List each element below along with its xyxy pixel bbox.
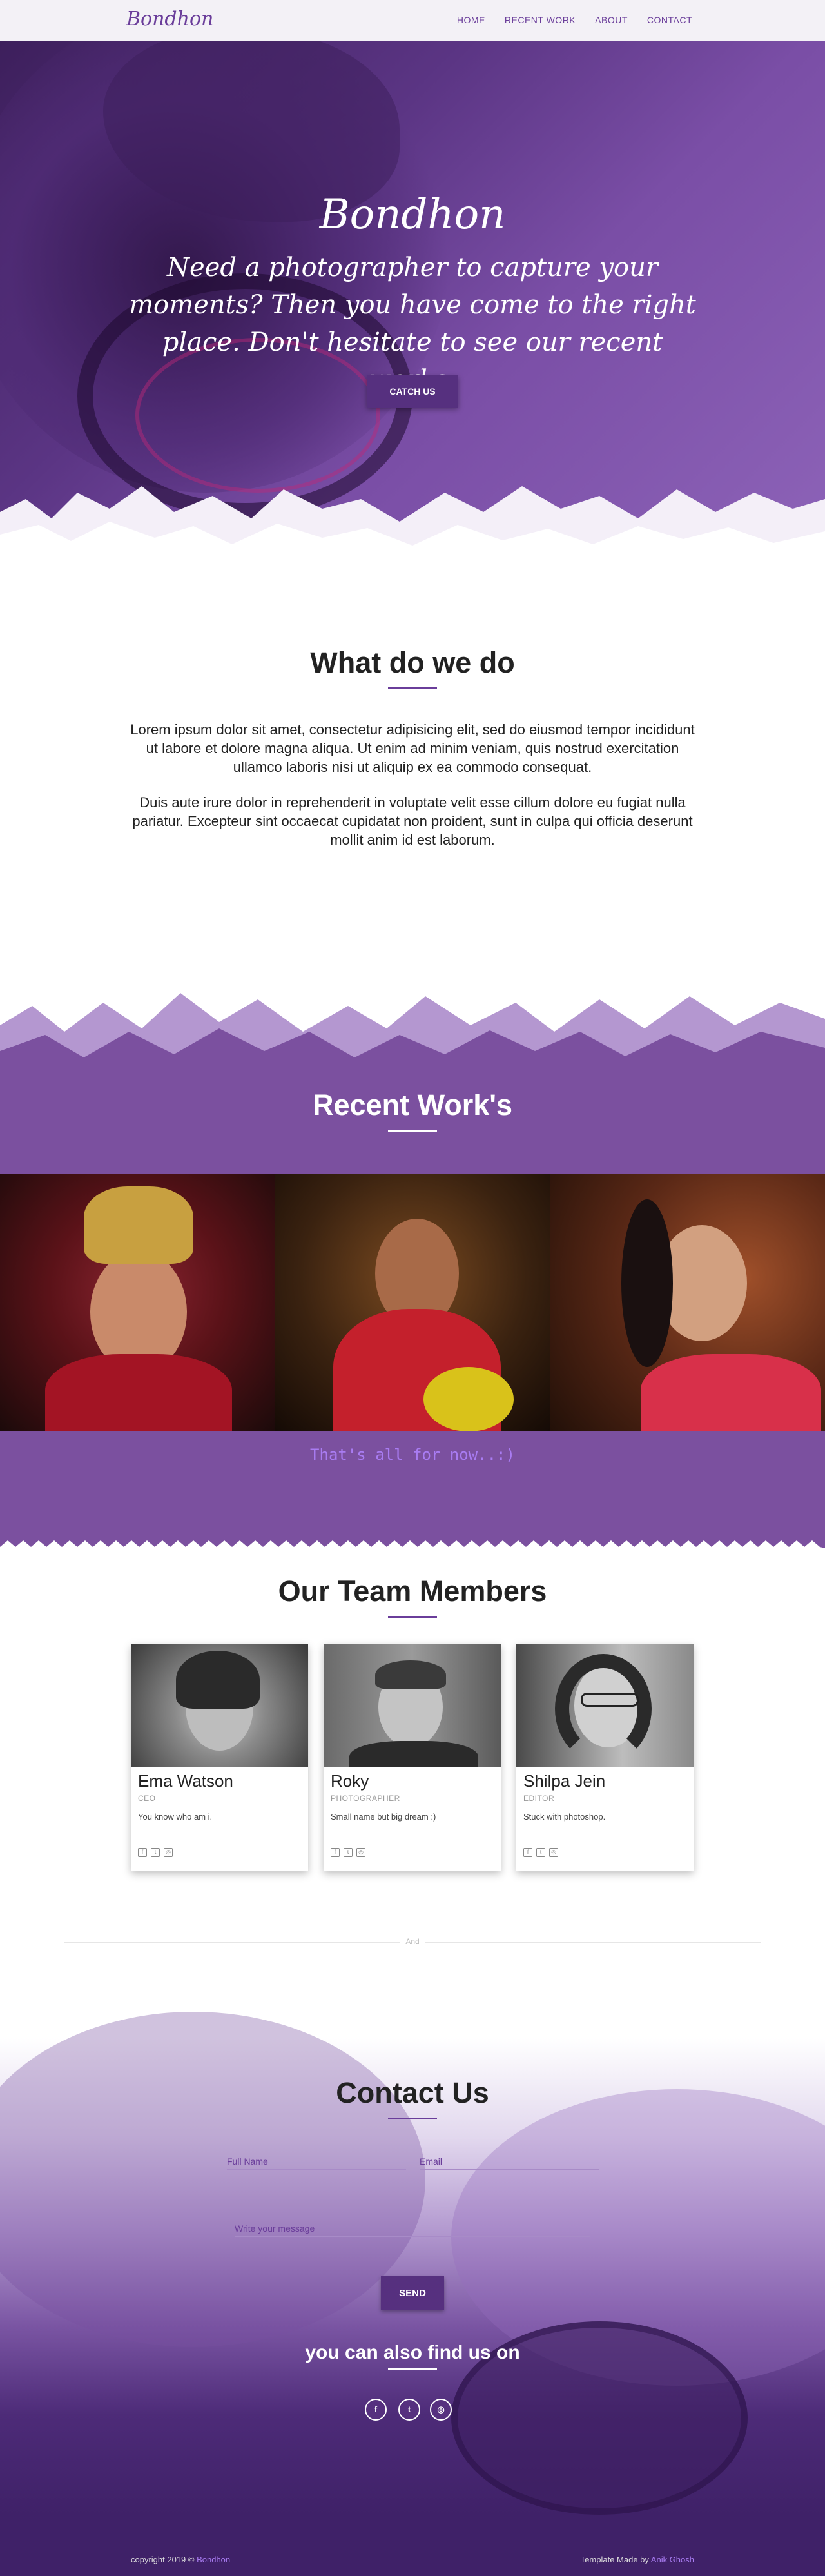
facebook-icon[interactable]: f [523, 1848, 532, 1857]
what-paragraph-1: Lorem ipsum dolor sit amet, consectetur … [130, 722, 695, 775]
team-card-3: Shilpa Jein EDITOR Stuck with photoshop.… [516, 1644, 694, 1871]
twitter-icon[interactable]: t [344, 1848, 353, 1857]
team-section: Our Team Members Ema Watson CEO You know… [0, 1548, 825, 1954]
member-name: Roky [331, 1771, 369, 1791]
facebook-icon[interactable]: f [138, 1848, 147, 1857]
nav-menu: HOME RECENT WORK ABOUT CONTACT [457, 15, 692, 25]
facebook-icon[interactable]: f [331, 1848, 340, 1857]
member-role: PHOTOGRAPHER [331, 1794, 400, 1803]
copyright-text: copyright 2019 © [131, 2555, 197, 2564]
divider-label: And [400, 1937, 425, 1946]
credit-text: Template Made by [580, 2555, 651, 2564]
hero-section: Bondhon Need a photographer to capture y… [0, 41, 825, 564]
torn-paper-top-edge [0, 993, 825, 1083]
twitter-icon[interactable]: t [151, 1848, 160, 1857]
member-socials: f t ◎ [523, 1848, 558, 1857]
footer: copyright 2019 © Bondhon Template Made b… [0, 2515, 825, 2576]
member-description: Small name but big dream :) [331, 1812, 436, 1822]
find-us-title: you can also find us on [305, 2342, 520, 2363]
member-socials: f t ◎ [331, 1848, 365, 1857]
instagram-icon[interactable]: ◎ [356, 1848, 365, 1857]
catch-us-button[interactable]: CATCH US [367, 375, 458, 408]
nav-home[interactable]: HOME [457, 15, 485, 25]
footer-copyright: copyright 2019 © Bondhon [131, 2555, 230, 2564]
hero-title: Bondhon [319, 191, 506, 239]
nav-about[interactable]: ABOUT [595, 15, 628, 25]
works-underline [388, 1130, 437, 1132]
instagram-icon[interactable]: ◎ [430, 2399, 452, 2421]
hair-shape [621, 1199, 673, 1367]
member-photo [516, 1644, 694, 1767]
team-title: Our Team Members [278, 1575, 547, 1608]
nav-recent-work[interactable]: RECENT WORK [505, 15, 576, 25]
crown-shape [84, 1186, 193, 1264]
message-input[interactable] [235, 2221, 590, 2237]
member-role: CEO [138, 1794, 156, 1803]
nav-contact[interactable]: CONTACT [647, 15, 692, 25]
team-card-1: Ema Watson CEO You know who am i. f t ◎ [131, 1644, 308, 1871]
find-us-underline [388, 2368, 437, 2370]
full-name-input[interactable] [227, 2154, 406, 2170]
recent-works-section: Recent Work's That's all for now..:) [0, 967, 825, 1548]
instagram-icon[interactable]: ◎ [549, 1848, 558, 1857]
twitter-icon[interactable]: t [398, 2399, 420, 2421]
send-button[interactable]: SEND [381, 2276, 444, 2310]
credit-link[interactable]: Anik Ghosh [651, 2555, 694, 2564]
facebook-icon[interactable]: f [365, 2399, 387, 2421]
member-description: Stuck with photoshop. [523, 1812, 606, 1822]
contact-underline [388, 2118, 437, 2119]
work-photo-1[interactable] [0, 1174, 275, 1431]
email-input[interactable] [420, 2154, 599, 2170]
team-underline [388, 1616, 437, 1618]
contact-title: Contact Us [336, 2076, 489, 2109]
member-photo [131, 1644, 308, 1767]
zigzag-edge [0, 1540, 825, 1548]
works-note: That's all for now..:) [310, 1446, 515, 1464]
torn-paper-edge [0, 486, 825, 564]
member-name: Shilpa Jein [523, 1771, 606, 1791]
what-title: What do we do [310, 646, 515, 679]
what-underline [388, 687, 437, 689]
copyright-link[interactable]: Bondhon [197, 2555, 230, 2564]
member-socials: f t ◎ [138, 1848, 173, 1857]
flowers-shape [423, 1367, 514, 1431]
contact-section: Contact Us SEND you can also find us on … [0, 1960, 825, 2515]
works-title: Recent Work's [313, 1088, 512, 1121]
watercolor-wash-left [0, 2012, 425, 2347]
instagram-icon[interactable]: ◎ [164, 1848, 173, 1857]
team-card-2: Roky PHOTOGRAPHER Small name but big dre… [324, 1644, 501, 1871]
member-description: You know who am i. [138, 1812, 213, 1822]
what-paragraph-2: Duis aute irure dolor in reprehenderit i… [132, 794, 693, 848]
work-photo-3[interactable] [550, 1174, 825, 1431]
what-we-do-section: What do we do Lorem ipsum dolor sit amet… [0, 564, 825, 976]
member-role: EDITOR [523, 1794, 555, 1803]
dress-shape [641, 1354, 821, 1431]
navbar: Bondhon HOME RECENT WORK ABOUT CONTACT [0, 0, 825, 41]
member-photo [324, 1644, 501, 1767]
work-photo-2[interactable] [275, 1174, 550, 1431]
dress-shape [45, 1354, 232, 1431]
member-name: Ema Watson [138, 1771, 233, 1791]
brand-logo[interactable]: Bondhon [126, 8, 213, 30]
footer-credit: Template Made by Anik Ghosh [581, 2555, 694, 2564]
twitter-icon[interactable]: t [536, 1848, 545, 1857]
